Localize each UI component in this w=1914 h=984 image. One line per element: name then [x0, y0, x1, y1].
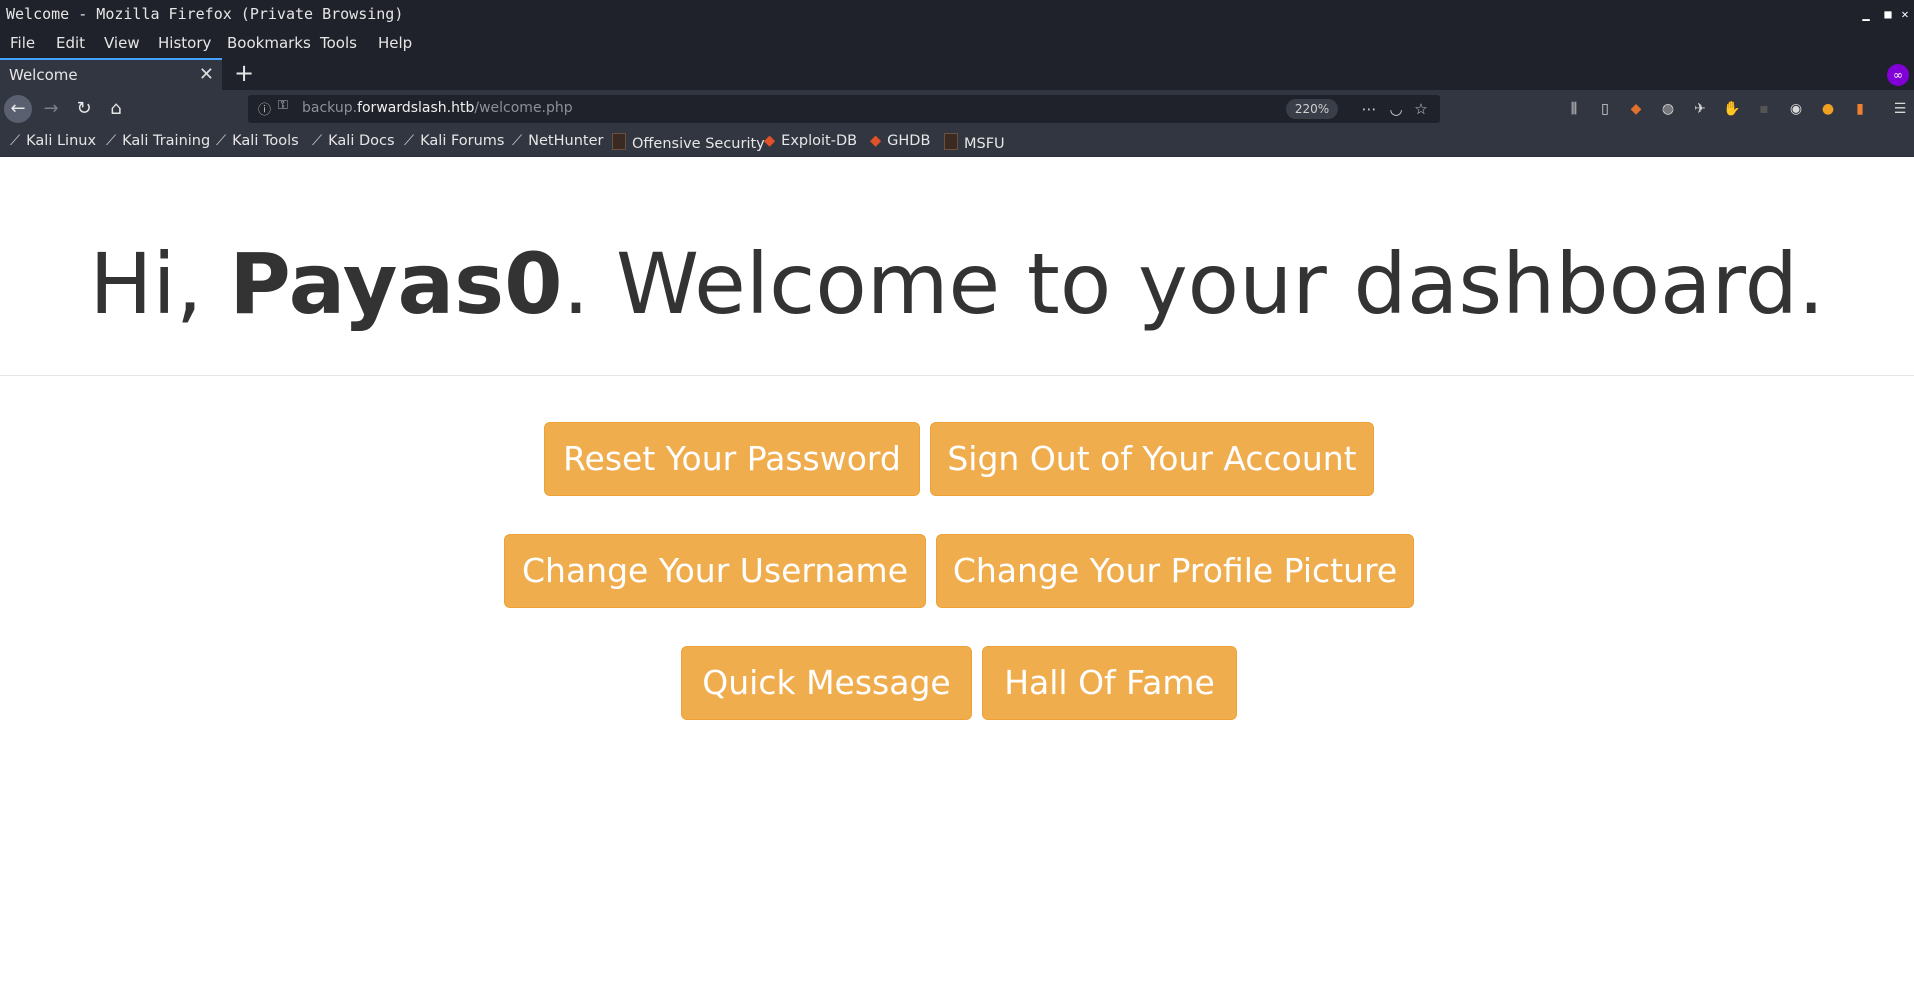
minimize-icon[interactable]: ▁	[1858, 6, 1874, 22]
bookmark-label: Kali Forums	[420, 133, 505, 149]
change-profile-picture-button[interactable]: Change Your Profile Picture	[936, 534, 1414, 608]
reset-password-button[interactable]: Reset Your Password	[544, 422, 920, 496]
kali-icon: ⟋	[312, 133, 323, 149]
library-icon[interactable]: ⫼	[1563, 98, 1585, 120]
tab-welcome[interactable]: Welcome ✕	[0, 58, 222, 90]
menu-history[interactable]: History	[158, 34, 211, 52]
bookmark-label: MSFU	[964, 136, 1005, 152]
bookmark-label: Kali Training	[122, 133, 211, 149]
bookmarks-toolbar: ⟋ Kali Linux ⟋ Kali Training ⟋ Kali Tools ⟋…	[0, 128, 1914, 157]
kali-icon: ⟋	[106, 133, 117, 149]
url-bar[interactable]: ⓘ ⚿ backup.forwardslash.htb/welcome.php …	[248, 95, 1440, 123]
bookmark-exploit-db[interactable]: ◆ Exploit-DB	[764, 133, 857, 149]
tab-bar: Welcome ✕ + ∞	[0, 58, 1914, 90]
divider	[0, 375, 1914, 376]
menu-file[interactable]: File	[10, 34, 35, 52]
maximize-icon[interactable]: ■	[1880, 6, 1896, 22]
extension-orange-icon[interactable]: ●	[1817, 98, 1839, 120]
zoom-level[interactable]: 220%	[1286, 99, 1338, 119]
bookmark-label: Kali Tools	[232, 133, 299, 149]
home-button[interactable]: ⌂	[102, 95, 130, 123]
kali-icon: ⟋	[216, 133, 227, 149]
bookmark-nethunter[interactable]: ⟋ NetHunter	[512, 133, 603, 149]
bookmark-label: Kali Docs	[328, 133, 395, 149]
greeting-suffix: . Welcome to your dashboard.	[562, 235, 1825, 333]
extension-trash-icon[interactable]: ▮	[1849, 98, 1871, 120]
menu-view[interactable]: View	[104, 34, 140, 52]
extension-hand-icon[interactable]: ✋	[1721, 98, 1743, 120]
window-titlebar: Welcome - Mozilla Firefox (Private Brows…	[0, 0, 1914, 28]
menu-tools[interactable]: Tools	[320, 34, 357, 52]
url-host: forwardslash.htb	[357, 100, 475, 116]
extension-bird-icon[interactable]: ✈	[1689, 98, 1711, 120]
close-tab-icon[interactable]: ✕	[199, 64, 214, 85]
username: Payas0	[229, 235, 563, 333]
menu-help[interactable]: Help	[378, 34, 412, 52]
ghdb-icon: ◆	[870, 133, 882, 149]
bookmark-kali-tools[interactable]: ⟋ Kali Tools	[216, 133, 299, 149]
msfu-icon	[944, 133, 958, 150]
sidebar-icon[interactable]: ▯	[1594, 98, 1616, 120]
menu-bar: File Edit View History Bookmarks Tools H…	[0, 28, 1914, 58]
exploit-db-icon: ◆	[764, 133, 776, 149]
bookmark-star-icon[interactable]: ☆	[1411, 99, 1431, 119]
extension-gray-icon[interactable]: ▪	[1753, 98, 1775, 120]
forward-button[interactable]: →	[37, 95, 65, 123]
url-path: /welcome.php	[474, 100, 573, 116]
url-text[interactable]: backup.forwardslash.htb/welcome.php	[302, 100, 573, 116]
navigation-toolbar: ← → ↻ ⌂ ⓘ ⚿ backup.forwardslash.htb/welc…	[0, 90, 1914, 128]
kali-icon: ⟋	[404, 133, 415, 149]
bookmark-label: Kali Linux	[26, 133, 97, 149]
bookmark-kali-forums[interactable]: ⟋ Kali Forums	[404, 133, 505, 149]
menu-bookmarks[interactable]: Bookmarks	[227, 34, 311, 52]
offsec-icon	[612, 133, 626, 150]
close-window-icon[interactable]: ✕	[1897, 6, 1913, 22]
bookmark-label: NetHunter	[528, 133, 604, 149]
hamburger-menu-icon[interactable]: ☰	[1889, 98, 1911, 120]
bookmark-label: Offensive Security	[632, 136, 765, 152]
bookmark-offensive-security[interactable]: Offensive Security	[612, 133, 765, 152]
extension-fox-icon[interactable]: ◆	[1625, 98, 1647, 120]
kali-icon: ⟋	[512, 133, 523, 149]
quick-message-button[interactable]: Quick Message	[681, 646, 972, 720]
back-button[interactable]: ←	[4, 95, 32, 123]
tab-label: Welcome	[9, 66, 78, 84]
bookmark-ghdb[interactable]: ◆ GHDB	[870, 133, 930, 149]
bookmark-label: GHDB	[887, 133, 931, 149]
extension-cookie-icon[interactable]: ◍	[1657, 98, 1679, 120]
pocket-icon[interactable]: ◡	[1386, 99, 1406, 119]
site-info-icon[interactable]: ⓘ	[258, 99, 271, 118]
bookmark-msfu[interactable]: MSFU	[944, 133, 1005, 152]
private-browsing-icon: ∞	[1887, 64, 1909, 86]
bookmark-label: Exploit-DB	[781, 133, 858, 149]
new-tab-icon[interactable]: +	[230, 58, 258, 90]
welcome-heading: Hi, Payas0. Welcome to your dashboard.	[0, 235, 1914, 333]
bookmark-kali-docs[interactable]: ⟋ Kali Docs	[312, 133, 395, 149]
hall-of-fame-button[interactable]: Hall Of Fame	[982, 646, 1237, 720]
window-title: Welcome - Mozilla Firefox (Private Brows…	[6, 5, 404, 23]
bookmark-kali-linux[interactable]: ⟋ Kali Linux	[10, 133, 96, 149]
page-content: Hi, Payas0. Welcome to your dashboard. R…	[0, 157, 1914, 984]
key-icon[interactable]: ⚿	[278, 98, 288, 113]
menu-edit[interactable]: Edit	[56, 34, 85, 52]
page-actions-icon[interactable]: ⋯	[1359, 99, 1379, 119]
url-subdomain: backup.	[302, 100, 358, 116]
change-username-button[interactable]: Change Your Username	[504, 534, 926, 608]
sign-out-button[interactable]: Sign Out of Your Account	[930, 422, 1374, 496]
greeting-prefix: Hi,	[89, 235, 230, 333]
kali-icon: ⟋	[10, 133, 21, 149]
bookmark-kali-training[interactable]: ⟋ Kali Training	[106, 133, 210, 149]
account-icon[interactable]: ◉	[1785, 98, 1807, 120]
reload-button[interactable]: ↻	[70, 95, 98, 123]
